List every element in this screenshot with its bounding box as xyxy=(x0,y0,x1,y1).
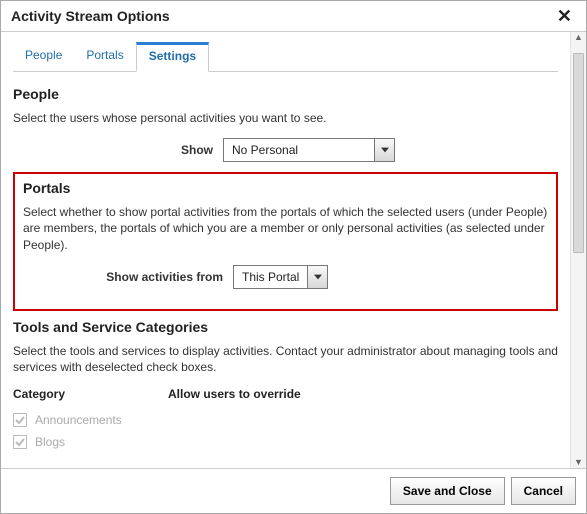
scroll-track[interactable] xyxy=(571,43,586,457)
portals-from-select[interactable]: This Portal xyxy=(233,265,328,289)
chevron-down-icon[interactable] xyxy=(374,139,394,161)
tools-desc: Select the tools and services to display… xyxy=(13,343,558,375)
col-category: Category xyxy=(13,387,168,401)
tools-columns-header: Category Allow users to override xyxy=(13,387,558,401)
tab-people[interactable]: People xyxy=(13,42,74,71)
portals-section: Portals Select whether to show portal ac… xyxy=(13,172,558,311)
portals-title: Portals xyxy=(23,180,548,196)
tab-portals[interactable]: Portals xyxy=(74,42,135,71)
content: People Portals Settings People Select th… xyxy=(1,32,570,468)
people-show-select[interactable]: No Personal xyxy=(223,138,395,162)
category-label: Blogs xyxy=(35,435,65,449)
close-icon[interactable]: ✕ xyxy=(553,7,576,25)
chevron-down-icon[interactable] xyxy=(307,266,327,288)
portals-from-value: This Portal xyxy=(234,266,307,288)
people-desc: Select the users whose personal activiti… xyxy=(13,110,558,126)
people-show-row: Show No Personal xyxy=(13,138,558,162)
tools-section: Tools and Service Categories Select the … xyxy=(13,319,558,453)
portals-desc: Select whether to show portal activities… xyxy=(23,204,548,253)
scroll-up-icon[interactable]: ▲ xyxy=(574,32,583,43)
people-title: People xyxy=(13,86,558,102)
checkbox-icon xyxy=(13,435,27,449)
button-bar: Save and Close Cancel xyxy=(1,468,586,513)
titlebar: Activity Stream Options ✕ xyxy=(1,1,586,32)
cancel-button[interactable]: Cancel xyxy=(511,477,576,505)
portals-from-row: Show activities from This Portal xyxy=(23,265,548,289)
tools-title: Tools and Service Categories xyxy=(13,319,558,335)
people-show-value: No Personal xyxy=(224,139,374,161)
people-show-label: Show xyxy=(13,143,223,157)
save-and-close-button[interactable]: Save and Close xyxy=(390,477,505,505)
scroll-thumb[interactable] xyxy=(573,53,584,253)
list-item: Announcements xyxy=(13,409,558,431)
tabs: People Portals Settings xyxy=(13,42,558,72)
col-override: Allow users to override xyxy=(168,387,301,401)
list-item: Blogs xyxy=(13,431,558,453)
category-label: Announcements xyxy=(35,413,122,427)
checkbox-icon xyxy=(13,413,27,427)
activity-stream-options-dialog: Activity Stream Options ✕ People Portals… xyxy=(0,0,587,514)
dialog-title: Activity Stream Options xyxy=(11,8,170,24)
people-section: People Select the users whose personal a… xyxy=(13,86,558,162)
scrollbar[interactable]: ▲ ▼ xyxy=(570,32,586,468)
tab-settings[interactable]: Settings xyxy=(136,42,209,72)
content-wrap: People Portals Settings People Select th… xyxy=(1,32,586,468)
portals-from-label: Show activities from xyxy=(23,270,233,284)
scroll-down-icon[interactable]: ▼ xyxy=(574,457,583,468)
